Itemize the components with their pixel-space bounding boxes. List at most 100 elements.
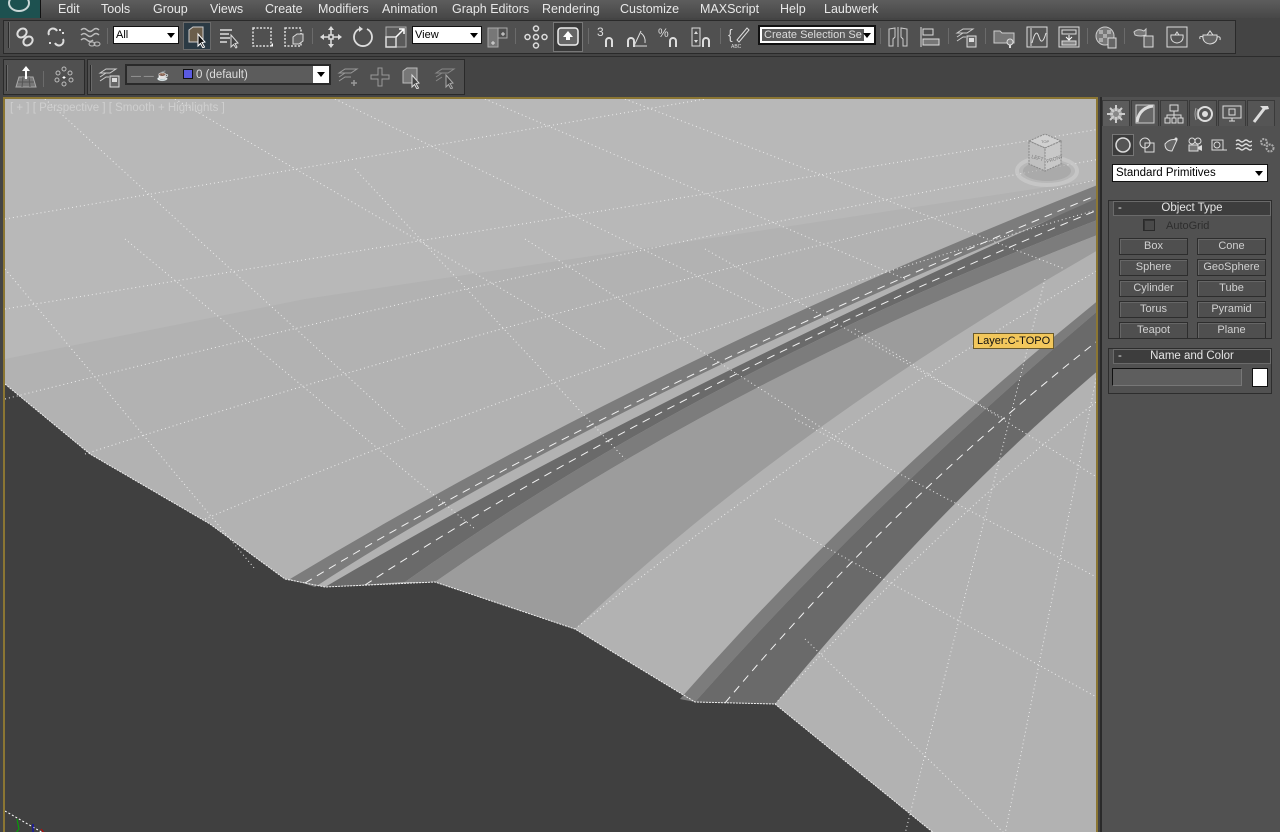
pyramid-button[interactable]: Pyramid <box>1197 301 1266 318</box>
category-space-warps[interactable] <box>1232 134 1254 156</box>
move-icon <box>320 26 342 48</box>
object-color-swatch[interactable] <box>1252 368 1268 387</box>
menu-rendering[interactable]: Rendering <box>542 1 600 17</box>
category-cameras[interactable] <box>1184 134 1206 156</box>
menu-group[interactable]: Group <box>153 1 188 17</box>
category-systems[interactable] <box>1256 134 1278 156</box>
select-objects-in-layer-button[interactable] <box>397 63 425 91</box>
containers-button[interactable] <box>12 63 40 91</box>
viewcube-icon[interactable]: TOP LEFT FRONT <box>1015 129 1085 189</box>
menu-animation[interactable]: Animation <box>382 1 438 17</box>
toolbar-grip[interactable] <box>90 65 92 91</box>
percent-snap-toggle-button[interactable]: % <box>655 23 683 51</box>
display-icon <box>1222 105 1242 121</box>
render-setup-button[interactable] <box>1130 23 1158 51</box>
sphere-button[interactable]: Sphere <box>1119 259 1188 276</box>
render-production-button[interactable] <box>1196 23 1224 51</box>
material-editor-button[interactable] <box>1092 23 1120 51</box>
layer-explorer-button[interactable] <box>953 23 981 51</box>
spinner-snap-toggle-button[interactable] <box>688 23 716 51</box>
menu-views[interactable]: Views <box>210 1 243 17</box>
toggle-scene-explorer-button[interactable] <box>990 23 1018 51</box>
menu-graph-editors[interactable]: Graph Editors <box>452 1 529 17</box>
select-and-rotate-button[interactable] <box>349 23 377 51</box>
category-helpers[interactable] <box>1208 134 1230 156</box>
toolbar-separator <box>985 28 986 44</box>
angle-snap-icon <box>627 30 647 47</box>
mirror-button[interactable] <box>884 23 912 51</box>
category-geometry[interactable] <box>1112 134 1134 156</box>
menu-laubwerk[interactable]: Laubwerk <box>824 1 878 17</box>
menu-create[interactable]: Create <box>265 1 303 17</box>
select-and-scale-button[interactable] <box>382 23 410 51</box>
category-shapes[interactable] <box>1136 134 1158 156</box>
geosphere-button[interactable]: GeoSphere <box>1197 259 1266 276</box>
snaps-toggle-button[interactable]: 3 <box>593 23 621 51</box>
menu-edit[interactable]: Edit <box>58 1 80 17</box>
reference-coordinate-dropdown[interactable]: View <box>412 26 482 44</box>
select-and-link-button[interactable] <box>11 23 39 51</box>
menu-help[interactable]: Help <box>780 1 806 17</box>
perspective-viewport[interactable]: [ + ] [ Perspective ] [ Smooth + Highlig… <box>3 97 1098 832</box>
svg-text:%: % <box>658 26 669 40</box>
current-layer-dropdown[interactable]: — — ☕ 0 (default) <box>125 64 331 85</box>
menu-modifiers[interactable]: Modifiers <box>318 1 369 17</box>
tab-utilities[interactable] <box>1247 100 1275 126</box>
menu-bar: Edit Tools Group Views Create Modifiers … <box>0 0 1280 18</box>
tab-hierarchy[interactable] <box>1160 100 1188 126</box>
select-object-button[interactable] <box>183 22 211 50</box>
app-logo-icon[interactable] <box>0 0 41 18</box>
bind-to-space-warp-button[interactable] <box>76 23 104 51</box>
menu-maxscript[interactable]: MAXScript <box>700 1 759 17</box>
svg-text:{: { <box>728 26 733 42</box>
tab-modify[interactable] <box>1131 100 1159 126</box>
box-button[interactable]: Box <box>1119 238 1188 255</box>
add-selection-to-layer-button[interactable] <box>366 63 394 91</box>
set-current-layer-button[interactable] <box>431 63 459 91</box>
curve-editor-button[interactable] <box>1023 23 1051 51</box>
unlink-selection-button[interactable] <box>42 23 70 51</box>
teapot-button[interactable]: Teapot <box>1119 322 1188 339</box>
plane-button[interactable]: Plane <box>1197 322 1266 339</box>
object-name-input[interactable] <box>1112 368 1242 386</box>
tab-motion[interactable] <box>1189 100 1217 126</box>
select-and-manipulate-button[interactable] <box>522 23 550 51</box>
name-and-color-header[interactable]: - Name and Color <box>1113 349 1271 364</box>
tab-display[interactable] <box>1218 100 1246 126</box>
toolbar-grip[interactable] <box>8 22 10 48</box>
window-crossing-button[interactable] <box>280 23 308 51</box>
autogrid-checkbox[interactable] <box>1143 219 1155 231</box>
use-pivot-point-center-button[interactable] <box>484 23 512 51</box>
viewport-label[interactable]: [ + ] [ Perspective ] [ Smooth + Highlig… <box>10 102 225 114</box>
cylinder-button[interactable]: Cylinder <box>1119 280 1188 297</box>
viewcube-top-label[interactable]: TOP <box>1041 139 1049 144</box>
edit-named-selection-sets-button[interactable]: {ABC <box>725 23 753 51</box>
new-layer-icon <box>337 68 359 86</box>
cone-button[interactable]: Cone <box>1197 238 1266 255</box>
select-and-move-button[interactable] <box>317 23 345 51</box>
torus-button[interactable]: Torus <box>1119 301 1188 318</box>
menu-tools[interactable]: Tools <box>101 1 130 17</box>
primitive-type-dropdown[interactable]: Standard Primitives <box>1112 164 1268 182</box>
select-by-name-button[interactable] <box>215 23 243 51</box>
category-lights[interactable] <box>1160 134 1182 156</box>
dropdown-button[interactable] <box>313 66 329 83</box>
menu-customize[interactable]: Customize <box>620 1 679 17</box>
viewport-scene[interactable] <box>5 99 1098 832</box>
angle-snap-toggle-button[interactable] <box>623 23 651 51</box>
selection-filter-dropdown[interactable]: All <box>113 26 179 44</box>
named-selection-sets-dropdown[interactable]: Create Selection Se <box>758 25 876 45</box>
rectangular-selection-button[interactable] <box>248 23 276 51</box>
object-type-header[interactable]: - Object Type <box>1113 201 1271 216</box>
named-selection-input[interactable]: Create Selection Se <box>762 29 864 41</box>
tab-create[interactable] <box>1102 100 1130 126</box>
keyboard-shortcut-override-button[interactable] <box>553 22 583 52</box>
schematic-view-button[interactable] <box>1055 23 1083 51</box>
toolbar-grip[interactable] <box>6 65 8 91</box>
particle-flow-button[interactable] <box>50 63 78 91</box>
layer-manager-button[interactable] <box>96 63 124 91</box>
align-button[interactable] <box>916 23 944 51</box>
tube-button[interactable]: Tube <box>1197 280 1266 297</box>
create-new-layer-button[interactable] <box>334 63 362 91</box>
rendered-frame-window-button[interactable] <box>1163 23 1191 51</box>
